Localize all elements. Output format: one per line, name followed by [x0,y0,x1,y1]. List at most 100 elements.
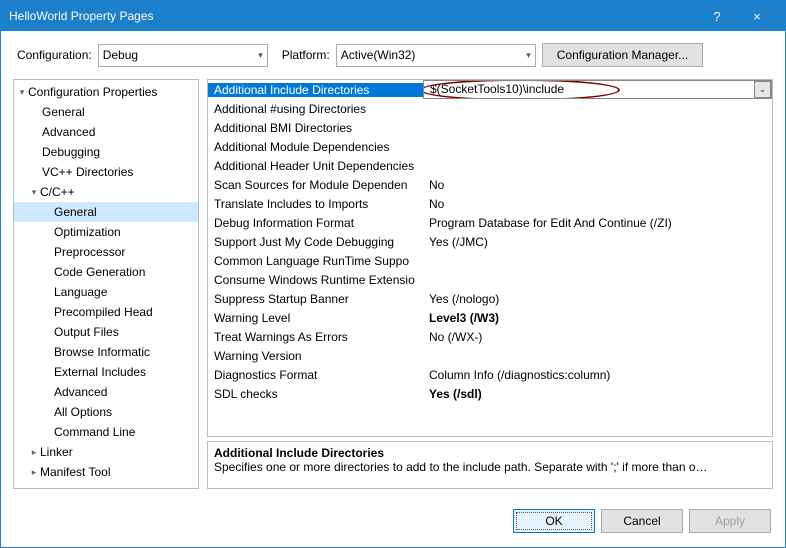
property-name: Additional #using Directories [208,102,423,116]
tree-item[interactable]: Language [14,282,198,302]
property-value[interactable]: Level3 (/W3) [423,311,772,325]
cancel-button[interactable]: Cancel [601,509,683,533]
property-value[interactable]: Yes (/sdl) [423,387,772,401]
property-row[interactable]: Common Language RunTime Suppo [208,251,772,270]
property-row[interactable]: Warning LevelLevel3 (/W3) [208,308,772,327]
property-panel: Additional Include Directories$(SocketTo… [207,79,773,489]
property-row[interactable]: Support Just My Code Debugging Yes (/JMC) [208,232,772,251]
tree-item[interactable]: Code Generation [14,262,198,282]
property-value[interactable]: No (/WX-) [423,330,772,344]
property-name: Common Language RunTime Suppo [208,254,423,268]
tree-item-label: General [54,205,97,219]
property-value[interactable]: No [423,178,772,192]
property-value-text: Program Database for Edit And Continue (… [429,216,672,230]
dropdown-icon[interactable]: ⌄ [754,81,771,98]
property-row[interactable]: Diagnostics Format Column Info (/diagnost… [208,365,772,384]
tree-item[interactable]: General [14,202,198,222]
property-row[interactable]: SDL checksYes (/sdl) [208,384,772,403]
property-name: Consume Windows Runtime Extensio [208,273,423,287]
configuration-select[interactable]: Debug ▾ [98,44,268,67]
content-area: ▾Configuration PropertiesGeneralAdvanced… [1,79,785,497]
property-tree[interactable]: ▾Configuration PropertiesGeneralAdvanced… [13,79,199,489]
expand-icon[interactable]: ▸ [28,467,40,478]
expand-icon[interactable]: ▾ [28,187,40,198]
property-name: Warning Version [208,349,423,363]
help-icon[interactable]: ? [697,9,737,24]
property-name: Diagnostics Format [208,368,423,382]
tree-item[interactable]: External Includes [14,362,198,382]
property-row[interactable]: Translate Includes to ImportsNo [208,194,772,213]
property-name: Treat Warnings As Errors [208,330,423,344]
property-row[interactable]: Additional #using Directories [208,99,772,118]
property-name: Support Just My Code Debugging [208,235,423,249]
tree-item-label: Command Line [54,425,135,439]
property-name: Debug Information Format [208,216,423,230]
property-row[interactable]: Treat Warnings As Errors No (/WX-) [208,327,772,346]
property-row[interactable]: Additional Include Directories$(SocketTo… [208,80,772,99]
tree-item-label: External Includes [54,365,146,379]
platform-select[interactable]: Active(Win32) ▾ [336,44,536,67]
property-pages-window: HelloWorld Property Pages ? × Configurat… [0,0,786,548]
platform-value: Active(Win32) [341,48,526,62]
tree-item[interactable]: Command Line [14,422,198,442]
tree-item-label: Language [54,285,107,299]
tree-item[interactable]: Output Files [14,322,198,342]
expand-icon[interactable]: ▾ [16,87,28,98]
tree-item[interactable]: ▾Configuration Properties [14,82,198,102]
tree-item-label: All Options [54,405,112,419]
property-row[interactable]: Additional BMI Directories [208,118,772,137]
property-value-text: Column Info (/diagnostics:column) [429,368,610,382]
property-value-text: Level3 (/W3) [429,311,499,325]
tree-item[interactable]: VC++ Directories [14,162,198,182]
tree-item[interactable]: ▸Manifest Tool [14,462,198,482]
tree-item[interactable]: Browse Informatic [14,342,198,362]
property-grid-body: Additional Include Directories$(SocketTo… [208,80,772,436]
tree-item[interactable]: Preprocessor [14,242,198,262]
property-value-text: No [429,197,444,211]
property-name: Additional Include Directories [208,83,423,97]
tree-item-label: Preprocessor [54,245,125,259]
ok-button[interactable]: OK [513,509,595,533]
property-row[interactable]: Additional Header Unit Dependencies [208,156,772,175]
property-row[interactable]: Additional Module Dependencies [208,137,772,156]
tree-item[interactable]: General [14,102,198,122]
tree-item-label: Precompiled Head [54,305,153,319]
property-value[interactable]: Column Info (/diagnostics:column) [423,368,772,382]
property-description-title: Additional Include Directories [214,446,766,460]
tree-item[interactable]: Advanced [14,382,198,402]
tree-item[interactable]: ▸Linker [14,442,198,462]
configuration-label: Configuration: [17,48,92,62]
expand-icon[interactable]: ▸ [28,447,40,458]
tree-item[interactable]: Advanced [14,122,198,142]
property-value-text: No [429,178,444,192]
property-value[interactable]: No [423,197,772,211]
tree-item-label: General [42,105,85,119]
property-row[interactable]: Warning Version [208,346,772,365]
property-row[interactable]: Consume Windows Runtime Extensio [208,270,772,289]
property-name: Additional Module Dependencies [208,140,423,154]
property-value[interactable]: Program Database for Edit And Continue (… [423,216,772,230]
property-value-text: Yes (/sdl) [429,387,482,401]
property-value[interactable]: Yes (/nologo) [423,292,772,306]
tree-item[interactable]: ▾C/C++ [14,182,198,202]
close-icon[interactable]: × [737,9,777,24]
tree-item[interactable]: Optimization [14,222,198,242]
property-value-text: No (/WX-) [429,330,482,344]
tree-item[interactable]: Debugging [14,142,198,162]
configuration-manager-button[interactable]: Configuration Manager... [542,43,703,67]
dialog-buttons: OK Cancel Apply [1,497,785,547]
tree-item-label: C/C++ [40,185,75,199]
property-row[interactable]: Debug Information Format Program Database… [208,213,772,232]
property-value[interactable]: $(SocketTools10)\include⌄ [423,80,772,99]
tree-item-label: Configuration Properties [28,85,157,99]
tree-item[interactable]: All Options [14,402,198,422]
platform-label: Platform: [282,48,330,62]
property-row[interactable]: Suppress Startup BannerYes (/nologo) [208,289,772,308]
tree-item-label: Browse Informatic [54,345,150,359]
tree-item-label: Advanced [54,385,107,399]
property-name: Suppress Startup Banner [208,292,423,306]
property-value-text: Yes (/JMC) [429,235,488,249]
property-value[interactable]: Yes (/JMC) [423,235,772,249]
property-row[interactable]: Scan Sources for Module DependenNo [208,175,772,194]
tree-item[interactable]: Precompiled Head [14,302,198,322]
